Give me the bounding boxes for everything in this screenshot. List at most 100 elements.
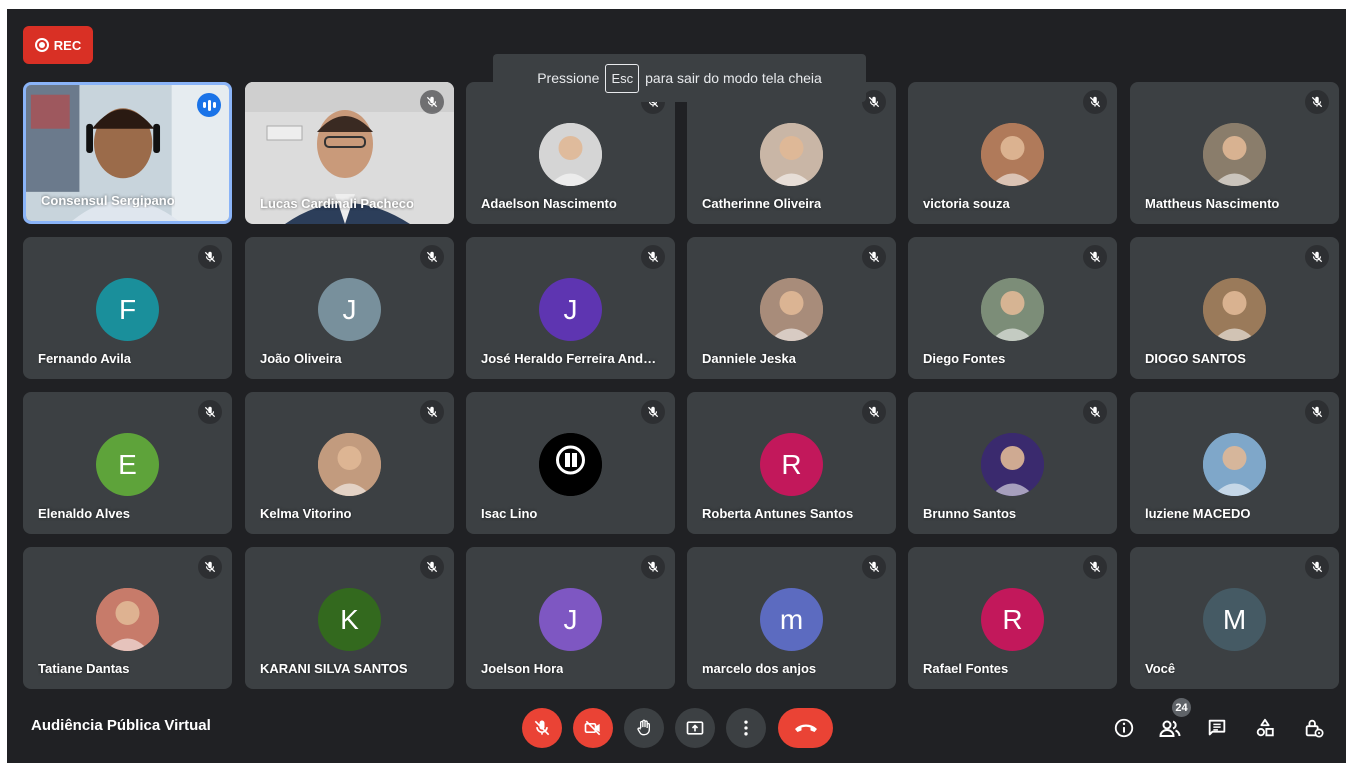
participant-tile[interactable]: K KARANI SILVA SANTOS	[245, 547, 454, 689]
people-button[interactable]	[1157, 715, 1183, 741]
avatar-letter: m	[779, 603, 804, 635]
profile-photo	[981, 278, 1044, 341]
participant-tile[interactable]: Adaelson Nascimento	[466, 82, 675, 224]
people-icon	[1159, 720, 1181, 737]
muted-mic-icon	[862, 555, 886, 579]
participant-tile[interactable]: m marcelo dos anjos	[687, 547, 896, 689]
muted-mic-icon	[420, 555, 444, 579]
profile-photo	[318, 433, 381, 496]
recording-indicator[interactable]: REC	[23, 26, 93, 64]
participant-avatar: E	[96, 433, 159, 496]
participant-tile[interactable]: M Você	[1130, 547, 1339, 689]
muted-mic-icon	[1305, 400, 1329, 424]
mic-toggle-button[interactable]	[522, 708, 562, 748]
participant-tile[interactable]: Mattheus Nascimento	[1130, 82, 1339, 224]
host-controls-button[interactable]	[1301, 715, 1327, 741]
participant-tile[interactable]: J José Heraldo Ferreira Andrade	[466, 237, 675, 379]
participant-avatar: F	[96, 278, 159, 341]
profile-photo	[1203, 278, 1266, 341]
participant-name: Kelma Vitorino	[260, 506, 352, 521]
participant-tile[interactable]: Catherinne Oliveira	[687, 82, 896, 224]
info-icon	[1114, 718, 1134, 738]
muted-mic-icon	[198, 245, 222, 269]
participant-name: Você	[1145, 661, 1176, 676]
participant-name: Lucas Cardinali Pacheco	[260, 196, 414, 211]
muted-mic-icon	[1083, 400, 1107, 424]
participant-tile[interactable]: J João Oliveira	[245, 237, 454, 379]
present-button[interactable]	[675, 708, 715, 748]
isac-lino-logo-icon	[539, 433, 602, 496]
participant-name: Joelson Hora	[481, 661, 564, 676]
muted-mic-icon	[641, 245, 665, 269]
participant-name: DIOGO SANTOS	[1145, 351, 1246, 366]
fullscreen-banner: Pressione Esc para sair do modo tela che…	[493, 54, 866, 102]
more-options-button[interactable]	[726, 708, 766, 748]
participant-name: Brunno Santos	[923, 506, 1017, 521]
muted-mic-icon	[420, 245, 444, 269]
participant-tile[interactable]: Diego Fontes	[908, 237, 1117, 379]
avatar-letter: R	[1002, 603, 1023, 635]
participant-tile[interactable]: R Rafael Fontes	[908, 547, 1117, 689]
raise-hand-button[interactable]	[624, 708, 664, 748]
participant-name: Rafael Fontes	[923, 661, 1009, 676]
meeting-details-button[interactable]	[1111, 715, 1137, 741]
rec-label: REC	[53, 37, 82, 53]
activities-button[interactable]	[1252, 715, 1278, 741]
participant-name: Elenaldo Alves	[38, 506, 130, 521]
participant-name: victoria souza	[923, 196, 1010, 211]
profile-photo	[96, 588, 159, 651]
participant-name: Diego Fontes	[923, 351, 1006, 366]
muted-mic-icon	[1083, 90, 1107, 114]
participant-avatar: R	[981, 588, 1044, 651]
participant-name: Roberta Antunes Santos	[702, 506, 854, 521]
muted-mic-icon	[420, 400, 444, 424]
participant-name: Adaelson Nascimento	[481, 196, 617, 211]
camera-off-icon	[584, 720, 601, 736]
participant-name: Fernando Avila	[38, 351, 131, 366]
muted-mic-icon	[1305, 90, 1329, 114]
profile-photo	[539, 123, 602, 186]
record-icon	[34, 38, 49, 52]
host-controls-icon	[1305, 719, 1324, 738]
profile-photo	[981, 123, 1044, 186]
meet-window: REC Pressione Esc para sair do modo tela…	[7, 9, 1346, 763]
leave-call-button[interactable]	[778, 708, 833, 748]
esc-key: Esc	[605, 63, 640, 93]
chat-button[interactable]	[1204, 715, 1230, 741]
participant-tile[interactable]: Consensul Sergipano	[23, 82, 232, 224]
participant-tile[interactable]: Lucas Cardinali Pacheco	[245, 82, 454, 224]
participants-count-badge: 24	[1172, 698, 1191, 717]
participant-tile[interactable]: F Fernando Avila	[23, 237, 232, 379]
participant-tile[interactable]: E Elenaldo Alves	[23, 392, 232, 534]
participant-avatar	[981, 433, 1044, 496]
participant-avatar	[1203, 123, 1266, 186]
muted-mic-icon	[641, 400, 665, 424]
participant-avatar	[760, 278, 823, 341]
participant-tile[interactable]: DIOGO SANTOS	[1130, 237, 1339, 379]
avatar-letter: F	[118, 293, 137, 325]
raise-hand-icon	[637, 719, 650, 736]
participant-avatar: J	[318, 278, 381, 341]
camera-toggle-button[interactable]	[573, 708, 613, 748]
avatar-letter: J	[563, 293, 578, 325]
participant-tile[interactable]: Isac Lino	[466, 392, 675, 534]
participant-avatar: J	[539, 278, 602, 341]
participant-tile[interactable]: victoria souza	[908, 82, 1117, 224]
participant-tile[interactable]: luziene MACEDO	[1130, 392, 1339, 534]
participant-tile[interactable]: Danniele Jeska	[687, 237, 896, 379]
muted-mic-icon	[1083, 555, 1107, 579]
muted-mic-icon	[420, 90, 444, 114]
participant-tile[interactable]: Kelma Vitorino	[245, 392, 454, 534]
muted-mic-icon	[198, 555, 222, 579]
participant-avatar	[96, 588, 159, 651]
participant-tile[interactable]: R Roberta Antunes Santos	[687, 392, 896, 534]
chat-icon	[1208, 719, 1226, 736]
participant-avatar	[539, 123, 602, 186]
avatar-letter: J	[563, 603, 578, 635]
participant-avatar	[1203, 433, 1266, 496]
participant-tile[interactable]: Brunno Santos	[908, 392, 1117, 534]
participant-tile[interactable]: Tatiane Dantas	[23, 547, 232, 689]
participant-name: Danniele Jeska	[702, 351, 796, 366]
present-screen-icon	[686, 721, 704, 735]
participant-tile[interactable]: J Joelson Hora	[466, 547, 675, 689]
